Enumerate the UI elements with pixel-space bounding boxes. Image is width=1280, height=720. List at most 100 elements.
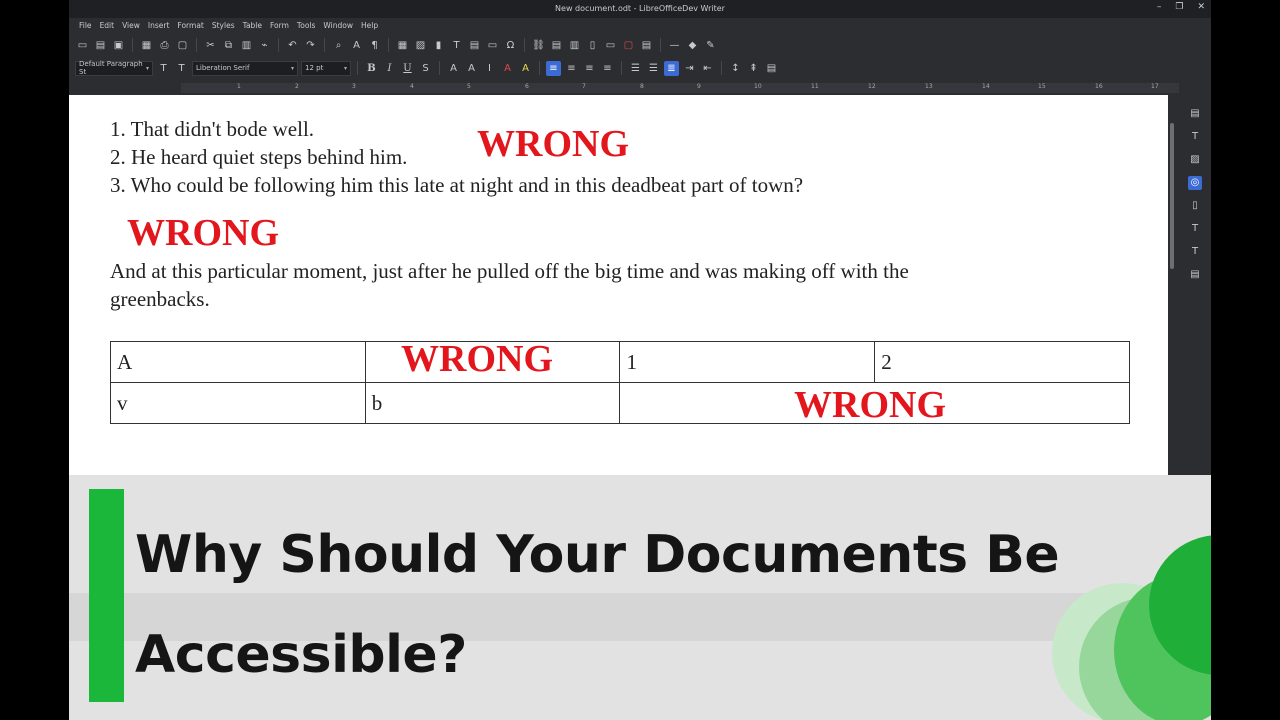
- paragraph-line-1: And at this particular moment, just afte…: [110, 259, 909, 283]
- sidebar-properties-icon[interactable]: ▤: [1188, 107, 1202, 121]
- sidebar-navigator-icon[interactable]: ◎: [1188, 176, 1202, 190]
- menu-help[interactable]: Help: [357, 18, 382, 33]
- insert-image-icon[interactable]: ▨: [413, 38, 428, 53]
- basic-shapes-icon[interactable]: ◆: [685, 38, 700, 53]
- sidebar-manage-changes-icon[interactable]: T: [1188, 245, 1202, 259]
- track-changes-icon[interactable]: ▤: [639, 38, 654, 53]
- align-right-icon[interactable]: ≡: [582, 61, 597, 76]
- underline-icon[interactable]: U: [400, 61, 415, 76]
- superscript-icon[interactable]: A: [446, 61, 461, 76]
- sidebar-gallery-icon[interactable]: ▨: [1188, 153, 1202, 167]
- draw-functions-icon[interactable]: ✎: [703, 38, 718, 53]
- table-cell[interactable]: 2: [874, 341, 1130, 383]
- paragraph-spacing-icon[interactable]: ⇞: [746, 61, 761, 76]
- menu-edit[interactable]: Edit: [96, 18, 119, 33]
- letterbox-right: [1211, 0, 1280, 720]
- sidebar-design-icon[interactable]: ▤: [1188, 268, 1202, 282]
- toolbar-separator: [439, 61, 440, 75]
- document-table[interactable]: A 1 2 v b: [110, 341, 1130, 424]
- new-style-icon[interactable]: T: [174, 61, 189, 76]
- menu-file[interactable]: File: [75, 18, 96, 33]
- subscript-icon[interactable]: A: [464, 61, 479, 76]
- numbered-list-icon[interactable]: ☰: [646, 61, 661, 76]
- strikethrough-icon[interactable]: S: [418, 61, 433, 76]
- ruler-number: 14: [982, 83, 990, 90]
- bold-icon[interactable]: B: [364, 61, 379, 76]
- endnote-icon[interactable]: ▥: [567, 38, 582, 53]
- italic-icon[interactable]: I: [382, 61, 397, 76]
- font-size-combo[interactable]: 12 pt ▾: [301, 60, 351, 76]
- paragraph-dialog-icon[interactable]: ▤: [764, 61, 779, 76]
- insert-table-icon[interactable]: ▦: [395, 38, 410, 53]
- wrong-label-list: WRONG: [477, 123, 629, 165]
- open-icon[interactable]: ▤: [93, 38, 108, 53]
- sidebar-styles-icon[interactable]: T: [1188, 130, 1202, 144]
- undo-icon[interactable]: ↶: [285, 38, 300, 53]
- special-character-icon[interactable]: Ω: [503, 38, 518, 53]
- spelling-icon[interactable]: A: [349, 38, 364, 53]
- copy-icon[interactable]: ⧉: [221, 38, 236, 53]
- font-size-value: 12 pt: [305, 64, 324, 72]
- standard-toolbar: ▭ ▤ ▣ ▦ ⎙ ▢ ✂ ⧉ ▥ ⌁ ↶ ↷ ⌕ A ¶ ▦ ▨ ▮ T ▤ …: [69, 34, 1211, 56]
- menu-view[interactable]: View: [118, 18, 144, 33]
- footnote-icon[interactable]: ▤: [549, 38, 564, 53]
- redo-icon[interactable]: ↷: [303, 38, 318, 53]
- insert-line-icon[interactable]: —: [667, 38, 682, 53]
- paragraph-style-combo[interactable]: Default Paragraph St ▾: [75, 60, 153, 76]
- line-spacing-icon[interactable]: ↕: [728, 61, 743, 76]
- hyperlink-icon[interactable]: ⛓: [531, 38, 546, 53]
- formatting-marks-icon[interactable]: ¶: [367, 38, 382, 53]
- sidebar-page-icon[interactable]: ▯: [1188, 199, 1202, 213]
- minimize-icon[interactable]: –: [1157, 2, 1162, 12]
- clear-formatting-icon[interactable]: I: [482, 61, 497, 76]
- table-cell[interactable]: b: [364, 382, 621, 424]
- scrollbar-thumb[interactable]: [1170, 123, 1174, 269]
- document-page[interactable]: 1. That didn't bode well. 2. He heard qu…: [69, 95, 1168, 475]
- save-icon[interactable]: ▣: [111, 38, 126, 53]
- menu-window[interactable]: Window: [319, 18, 357, 33]
- align-center-icon[interactable]: ≡: [564, 61, 579, 76]
- table-cell[interactable]: A: [110, 341, 366, 383]
- highlight-color-icon[interactable]: A: [518, 61, 533, 76]
- menu-insert[interactable]: Insert: [144, 18, 174, 33]
- table-cell[interactable]: v: [110, 382, 366, 424]
- maximize-icon[interactable]: ❐: [1175, 2, 1183, 12]
- menu-bar: File Edit View Insert Format Styles Tabl…: [69, 18, 1211, 33]
- decrease-indent-icon[interactable]: ⇤: [700, 61, 715, 76]
- ruler-number: 9: [697, 83, 701, 90]
- export-pdf-icon[interactable]: ▦: [139, 38, 154, 53]
- horizontal-ruler[interactable]: 1 2 3 4 5 6 7 8 9 10 11 12 13 14 15 16 1…: [69, 81, 1211, 95]
- menu-styles[interactable]: Styles: [208, 18, 239, 33]
- update-style-icon[interactable]: T: [156, 61, 171, 76]
- align-left-icon[interactable]: ≡: [546, 60, 561, 76]
- ruler-number: 8: [640, 83, 644, 90]
- bookmark-icon[interactable]: ▯: [585, 38, 600, 53]
- new-document-icon[interactable]: ▭: [75, 38, 90, 53]
- close-icon[interactable]: ✕: [1197, 2, 1205, 12]
- menu-tools[interactable]: Tools: [293, 18, 319, 33]
- menu-format[interactable]: Format: [173, 18, 207, 33]
- menu-table[interactable]: Table: [239, 18, 266, 33]
- find-replace-icon[interactable]: ⌕: [331, 38, 346, 53]
- bullet-list-icon[interactable]: ☰: [628, 61, 643, 76]
- print-icon[interactable]: ⎙: [157, 38, 172, 53]
- print-preview-icon[interactable]: ▢: [175, 38, 190, 53]
- comment-icon[interactable]: ▢: [621, 38, 636, 53]
- font-name-combo[interactable]: Liberation Serif ▾: [192, 60, 298, 76]
- clone-formatting-icon[interactable]: ⌁: [257, 38, 272, 53]
- insert-chart-icon[interactable]: ▮: [431, 38, 446, 53]
- cut-icon[interactable]: ✂: [203, 38, 218, 53]
- sidebar-style-inspector-icon[interactable]: T: [1188, 222, 1202, 236]
- vertical-scrollbar[interactable]: [1168, 95, 1178, 475]
- insert-field-icon[interactable]: ▭: [485, 38, 500, 53]
- cross-reference-icon[interactable]: ▭: [603, 38, 618, 53]
- menu-form[interactable]: Form: [266, 18, 293, 33]
- justify-icon[interactable]: ≡: [600, 61, 615, 76]
- insert-textbox-icon[interactable]: T: [449, 38, 464, 53]
- insert-page-break-icon[interactable]: ▤: [467, 38, 482, 53]
- outline-icon[interactable]: ≣: [664, 60, 679, 76]
- paste-icon[interactable]: ▥: [239, 38, 254, 53]
- increase-indent-icon[interactable]: ⇥: [682, 61, 697, 76]
- table-cell[interactable]: 1: [619, 341, 876, 383]
- font-color-icon[interactable]: A: [500, 61, 515, 76]
